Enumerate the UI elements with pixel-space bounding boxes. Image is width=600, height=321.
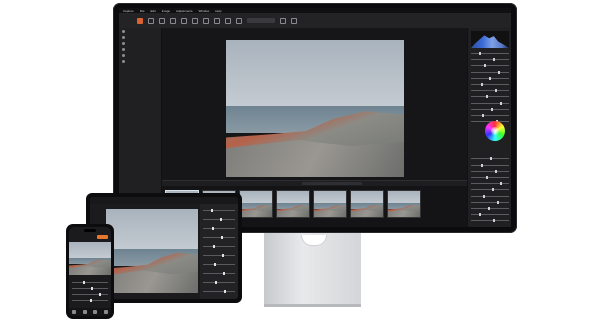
phone-adjustment-slider[interactable] [72, 287, 108, 290]
phone-photo[interactable] [69, 242, 111, 275]
toolbar [119, 13, 511, 28]
tablet-adjustment-slider[interactable] [203, 209, 235, 212]
toolbar-button[interactable] [170, 17, 176, 24]
tablet-adjustment-slider[interactable] [203, 254, 235, 257]
phone-adjustment-slider[interactable] [72, 293, 108, 296]
toolbar-button[interactable] [181, 17, 187, 24]
tab-icon[interactable] [72, 310, 77, 314]
folder-icon [122, 53, 125, 57]
folder-icon [122, 29, 125, 33]
adjustment-slider[interactable] [471, 107, 509, 111]
search-input[interactable] [247, 18, 275, 23]
tablet-top-bar [90, 197, 238, 204]
tablet-adjustment-slider[interactable] [203, 281, 235, 284]
dynamic-island [84, 229, 96, 232]
folder-icon [122, 59, 125, 63]
adjustment-slider[interactable] [471, 58, 509, 62]
menu-item[interactable]: Window [199, 9, 210, 13]
tab-icon[interactable] [82, 310, 87, 314]
tablet-adjustments-panel [200, 204, 238, 299]
folder-icon [122, 35, 125, 39]
toolbar-button[interactable] [203, 17, 209, 24]
phone-adjustment-slider[interactable] [72, 281, 108, 284]
menu-item[interactable]: Image [162, 9, 170, 13]
histogram-icon [471, 31, 509, 48]
tablet-adjustment-slider[interactable] [203, 236, 235, 239]
toolbar-button[interactable] [214, 17, 220, 24]
tablet-adjustment-slider[interactable] [203, 218, 235, 221]
menu-item[interactable]: File [140, 9, 145, 13]
main-photo [226, 40, 404, 177]
filmstrip-thumbnail-icon[interactable] [239, 190, 273, 218]
tab-icon[interactable] [103, 310, 108, 314]
filmstrip-thumbnail-icon[interactable] [313, 190, 347, 218]
toolbar-button[interactable] [192, 17, 198, 24]
adjustment-slider[interactable] [471, 89, 509, 93]
phone-device [66, 224, 114, 319]
adjustment-slider[interactable] [471, 76, 509, 80]
adjustment-slider[interactable] [471, 70, 509, 74]
menu-item[interactable]: Capture [123, 9, 134, 13]
library-item[interactable] [119, 58, 161, 64]
folder-icon [122, 47, 125, 51]
color-wheel-icon[interactable] [485, 121, 505, 141]
toolbar-button[interactable] [148, 17, 154, 24]
stand-cutout [301, 235, 327, 246]
tablet-adjustment-slider[interactable] [203, 290, 235, 293]
adjustment-slider[interactable] [471, 101, 509, 105]
adjustment-slider[interactable] [471, 182, 509, 186]
adjustment-slider[interactable] [471, 95, 509, 99]
tablet-adjustment-slider[interactable] [203, 227, 235, 230]
adjustment-slider[interactable] [471, 52, 509, 55]
menu-item[interactable]: Adjustments [176, 9, 193, 13]
toolbar-button[interactable] [236, 17, 242, 24]
export-button[interactable] [97, 235, 108, 239]
adjustment-slider[interactable] [471, 64, 509, 68]
adjustment-slider[interactable] [471, 157, 509, 161]
tablet-photo[interactable] [106, 209, 198, 293]
image-viewer[interactable] [162, 28, 467, 180]
filmstrip-thumbnail-icon[interactable] [276, 190, 310, 218]
filmstrip-thumbnail-icon[interactable] [350, 190, 384, 218]
adjustment-slider[interactable] [471, 163, 509, 167]
adjustment-slider[interactable] [471, 194, 509, 198]
monitor-stand [264, 233, 361, 306]
tab-icon[interactable] [93, 310, 98, 314]
adjustment-slider[interactable] [471, 213, 509, 217]
toolbar-button[interactable] [280, 17, 286, 24]
adjustment-slider[interactable] [471, 83, 509, 86]
adjustment-slider[interactable] [471, 200, 509, 204]
phone-tab-bar [69, 308, 111, 316]
monitor-stand-base [264, 304, 361, 307]
adjustment-slider[interactable] [471, 169, 509, 173]
tablet-adjustment-slider[interactable] [203, 263, 235, 266]
filmstrip-thumbnail-icon[interactable] [387, 190, 421, 218]
phone-screen [69, 227, 111, 316]
adjustment-slider[interactable] [471, 219, 509, 223]
adjustment-slider[interactable] [471, 188, 509, 192]
toolbar-button[interactable] [225, 17, 231, 24]
toolbar-button[interactable] [291, 17, 297, 24]
menu-item[interactable]: Help [215, 9, 221, 13]
phone-adjustment-slider[interactable] [72, 299, 108, 302]
viewer-controls[interactable] [302, 182, 362, 185]
folder-icon [122, 41, 125, 45]
tablet-adjustment-slider[interactable] [203, 272, 235, 275]
adjustment-slider[interactable] [471, 176, 509, 179]
adjustment-slider[interactable] [471, 114, 509, 117]
capture-button[interactable] [137, 17, 143, 24]
tablet-adjustment-slider[interactable] [203, 245, 235, 248]
toolbar-button[interactable] [159, 17, 165, 24]
menu-item[interactable]: Edit [151, 9, 156, 13]
adjustment-slider[interactable] [471, 207, 509, 210]
